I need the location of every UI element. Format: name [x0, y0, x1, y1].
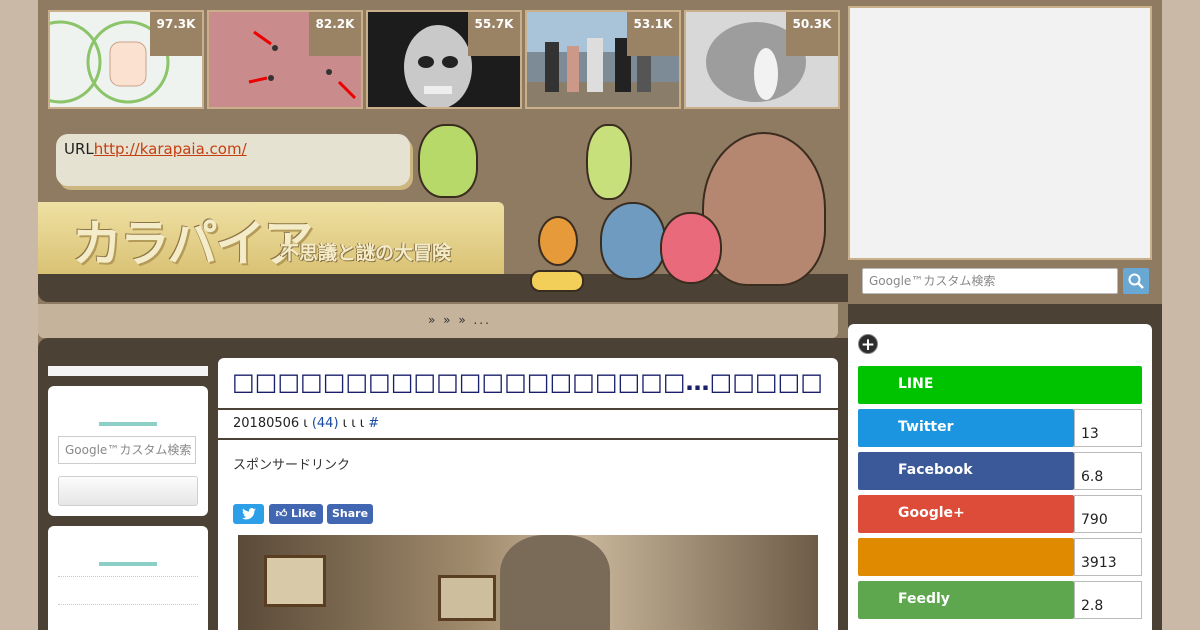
- person-figure: [500, 535, 610, 630]
- search-icon: [1128, 273, 1144, 289]
- blue-bird-mascot-icon: [600, 202, 666, 280]
- site-url-link[interactable]: http://karapaia.com/: [94, 140, 247, 158]
- article: □□□□□□□□□□□□□□□□□□□□…□□□□□□□□□□□□□□□□□□□…: [218, 358, 838, 630]
- twitter-bird-icon: [241, 508, 256, 520]
- site-logo: カラパイア: [72, 214, 313, 273]
- twitter-count: 13: [1074, 409, 1142, 447]
- facebook-like-button[interactable]: 👍︎ Like: [269, 504, 323, 524]
- left-sidebar-strip: [48, 366, 208, 376]
- left-widget: [48, 526, 208, 630]
- article-title[interactable]: □□□□□□□□□□□□□□□□□□□□…□□□□□□□□□□□□□□□□□□□…: [232, 368, 824, 396]
- left-search-widget: Google™カスタム検索: [48, 386, 208, 516]
- twitter-label: Twitter: [858, 409, 1074, 447]
- view-count: 82.2K: [309, 12, 361, 56]
- thumbnail-3[interactable]: 55.7K: [366, 10, 522, 109]
- fairy-mascot-icon: [418, 124, 478, 198]
- article-photo: [238, 535, 818, 630]
- breadcrumb: » » » ...: [38, 304, 838, 338]
- thumbs-up-icon: 👍︎: [275, 507, 288, 520]
- feedly-label: Feedly: [858, 581, 1074, 619]
- site-url-bubble: URLhttp://karapaia.com/: [56, 134, 410, 186]
- thumbnail-4[interactable]: 53.1K: [525, 10, 681, 109]
- thumbnail-5[interactable]: 50.3K: [684, 10, 840, 109]
- line-label: LINE: [858, 366, 1142, 404]
- popular-thumbnails: 97.3K 82.2K 55.7K 53.1K 50.3K: [48, 10, 840, 109]
- left-search-button[interactable]: [58, 476, 198, 506]
- sponsored-label: スポンサードリンク: [233, 458, 351, 473]
- list-divider: [58, 576, 198, 577]
- view-count: 97.3K: [150, 12, 202, 56]
- widget-divider: [99, 562, 157, 566]
- facebook-count: 6.8: [1074, 452, 1142, 490]
- thumbnail-1[interactable]: 97.3K: [48, 10, 204, 109]
- meta-separators: ι ι ι: [342, 416, 365, 431]
- view-count: 50.3K: [786, 12, 838, 56]
- right-search-input[interactable]: Google™カスタム検索: [862, 268, 1118, 294]
- googleplus-label: Google+: [858, 495, 1074, 533]
- fairy-mascot-icon: [586, 124, 632, 200]
- feedly-count: 2.8: [1074, 581, 1142, 619]
- widget-divider: [99, 422, 157, 426]
- googleplus-count: 790: [1074, 495, 1142, 533]
- comment-count[interactable]: (44): [312, 416, 339, 431]
- breadcrumb-text[interactable]: » » » ...: [428, 313, 491, 327]
- facebook-label: Facebook: [858, 452, 1074, 490]
- article-tag[interactable]: #: [368, 416, 379, 431]
- view-count: 55.7K: [468, 12, 520, 56]
- pink-bird-mascot-icon: [660, 212, 722, 284]
- left-search-input[interactable]: Google™カスタム検索: [58, 436, 196, 464]
- seed-mascot-icon: [538, 216, 578, 266]
- meta-divider: [218, 438, 838, 440]
- painting-frame: [264, 555, 326, 607]
- article-meta: 20180506 ι (44) ι ι ι #: [233, 416, 379, 431]
- painting-frame: [438, 575, 496, 621]
- rss-label: [858, 538, 1074, 576]
- thumbnail-2[interactable]: 82.2K: [207, 10, 363, 109]
- like-label: Like: [291, 507, 317, 520]
- chicks-mascot-icon: [530, 270, 584, 292]
- article-date: 20180506 ι: [233, 416, 308, 431]
- view-count: 53.1K: [627, 12, 679, 56]
- brown-mascot-icon: [702, 132, 826, 286]
- mascot-characters: [390, 110, 830, 300]
- title-divider: [218, 408, 838, 410]
- url-label: URL: [64, 140, 94, 158]
- rss-count: 3913: [1074, 538, 1142, 576]
- list-divider: [58, 604, 198, 605]
- facebook-share-button[interactable]: Share: [327, 504, 373, 524]
- ad-slot[interactable]: [848, 6, 1152, 260]
- search-button[interactable]: [1123, 268, 1149, 294]
- tweet-button[interactable]: [233, 504, 264, 524]
- plus-icon[interactable]: +: [858, 334, 878, 355]
